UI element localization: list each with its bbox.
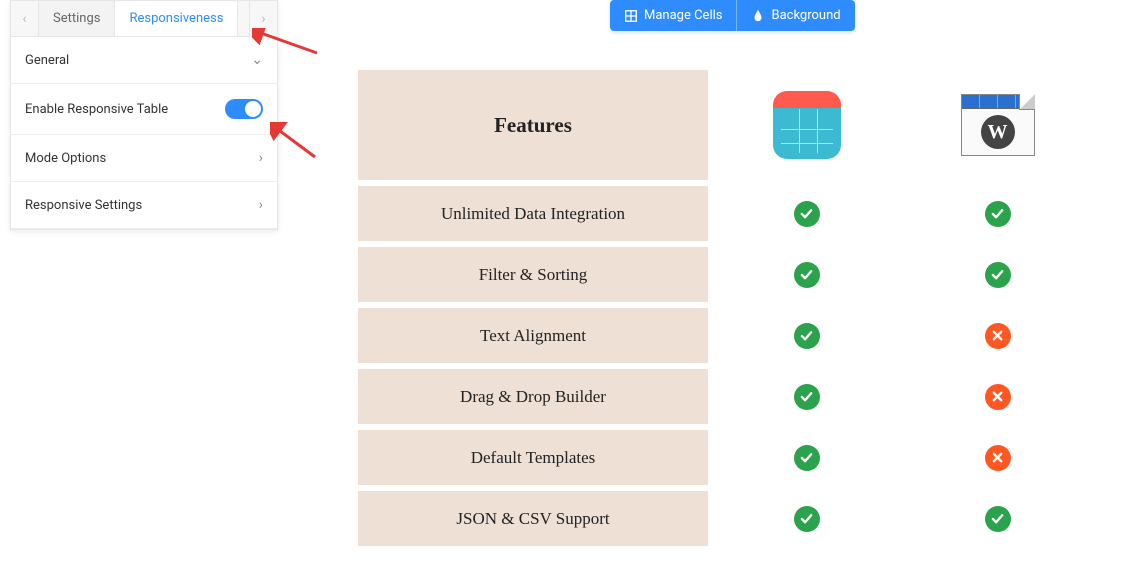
section-general[interactable]: General ⌄: [11, 37, 277, 84]
check-icon: [794, 201, 820, 227]
check-icon: [794, 506, 820, 532]
background-button[interactable]: Background: [737, 0, 854, 31]
product-a-cell: [714, 369, 899, 424]
product-b-cell: [905, 247, 1090, 302]
background-label: Background: [771, 8, 840, 23]
cross-icon: [985, 384, 1011, 410]
table-row: Unlimited Data Integration: [358, 186, 1090, 241]
product-b-cell: [905, 186, 1090, 241]
table-row: Filter & Sorting: [358, 247, 1090, 302]
product-b-cell: [905, 308, 1090, 363]
tab-responsiveness[interactable]: Responsiveness: [115, 1, 238, 36]
feature-cell: Drag & Drop Builder: [358, 369, 708, 424]
product-a-cell: [714, 247, 899, 302]
cross-icon: [985, 323, 1011, 349]
check-icon: [985, 262, 1011, 288]
feature-label: Drag & Drop Builder: [460, 387, 606, 407]
wordpress-sheet-icon: W: [961, 94, 1035, 156]
table-row: Default Templates: [358, 430, 1090, 485]
manage-cells-button[interactable]: Manage Cells: [610, 0, 737, 31]
tabs-next-button[interactable]: ›: [249, 1, 277, 36]
header-features-cell: Features: [358, 70, 708, 180]
product-b-cell: [905, 369, 1090, 424]
product-a-cell: [714, 491, 899, 546]
table-row: Drag & Drop Builder: [358, 369, 1090, 424]
comparison-table: Features W Unlimited Data Integration Fil…: [358, 70, 1090, 552]
enable-responsive-label: Enable Responsive Table: [25, 102, 168, 117]
feature-label: Default Templates: [471, 448, 596, 468]
manage-cells-label: Manage Cells: [644, 8, 722, 23]
chevron-left-icon: ‹: [22, 11, 26, 27]
feature-cell: Default Templates: [358, 430, 708, 485]
table-row: JSON & CSV Support: [358, 491, 1090, 546]
chevron-right-icon: ›: [259, 197, 263, 213]
feature-label: Filter & Sorting: [479, 265, 588, 285]
check-icon: [985, 506, 1011, 532]
check-icon: [794, 323, 820, 349]
table-header-row: Features W: [358, 70, 1090, 180]
feature-cell: Text Alignment: [358, 308, 708, 363]
tab-settings[interactable]: Settings: [39, 1, 115, 36]
mode-options-label: Mode Options: [25, 151, 106, 166]
check-icon: [985, 201, 1011, 227]
enable-responsive-toggle[interactable]: [225, 99, 263, 119]
table-row: Text Alignment: [358, 308, 1090, 363]
feature-label: Text Alignment: [480, 326, 586, 346]
feature-cell: Unlimited Data Integration: [358, 186, 708, 241]
header-product-b-cell: W: [905, 70, 1090, 180]
section-mode-options[interactable]: Mode Options ›: [11, 135, 277, 182]
header-product-a-cell: [714, 70, 899, 180]
feature-label: Unlimited Data Integration: [441, 204, 625, 224]
editor-toolbar: Manage Cells Background: [610, 0, 855, 31]
feature-label: JSON & CSV Support: [456, 509, 609, 529]
product-a-cell: [714, 186, 899, 241]
section-responsive-settings[interactable]: Responsive Settings ›: [11, 182, 277, 229]
row-enable-responsive: Enable Responsive Table: [11, 84, 277, 135]
responsive-settings-label: Responsive Settings: [25, 198, 142, 213]
tabs-prev-button[interactable]: ‹: [11, 1, 39, 36]
features-header-label: Features: [494, 113, 572, 138]
table-app-icon: [773, 91, 841, 159]
paint-icon: [751, 9, 765, 23]
tab-responsiveness-label: Responsiveness: [129, 11, 223, 26]
chevron-down-icon: ⌄: [251, 52, 263, 68]
section-general-label: General: [25, 53, 69, 68]
chevron-right-icon: ›: [261, 11, 265, 27]
check-icon: [794, 262, 820, 288]
cross-icon: [985, 445, 1011, 471]
feature-cell: Filter & Sorting: [358, 247, 708, 302]
chevron-right-icon: ›: [259, 150, 263, 166]
check-icon: [794, 384, 820, 410]
sidebar-tabs: ‹ Settings Responsiveness ›: [11, 1, 277, 37]
product-b-cell: [905, 430, 1090, 485]
product-b-cell: [905, 491, 1090, 546]
product-a-cell: [714, 308, 899, 363]
sidebar-panel: ‹ Settings Responsiveness › General ⌄ En…: [10, 0, 278, 230]
grid-icon: [624, 9, 638, 23]
check-icon: [794, 445, 820, 471]
tab-settings-label: Settings: [53, 11, 100, 26]
product-a-cell: [714, 430, 899, 485]
feature-cell: JSON & CSV Support: [358, 491, 708, 546]
